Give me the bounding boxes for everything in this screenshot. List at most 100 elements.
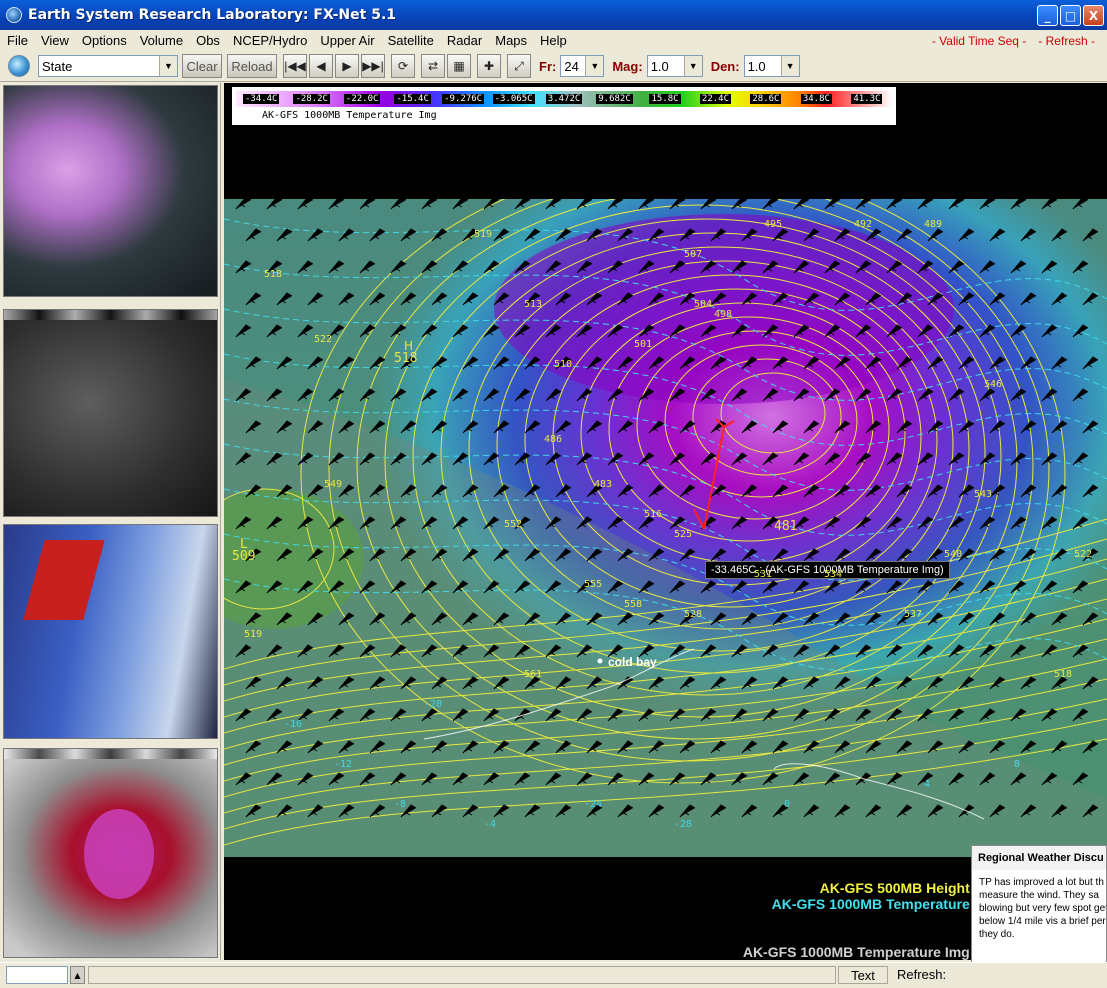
menu-bar: File View Options Volume Obs NCEP/Hydro … bbox=[0, 30, 1107, 51]
height-contour-label: 549 bbox=[324, 479, 343, 490]
color-scale-tick-label: 9.682C bbox=[596, 94, 633, 104]
color-scale-tick: -15.4C bbox=[387, 91, 437, 107]
reload-button[interactable]: Reload bbox=[227, 54, 277, 78]
color-scale-tick: -28.2C bbox=[286, 91, 336, 107]
window-title: Earth System Research Laboratory: FX-Net… bbox=[28, 7, 397, 23]
color-scale-tick: -3.065C bbox=[488, 91, 538, 107]
main-map-view[interactable]: -34.4C -28.2C -22.0C -15.4C -9.276C -3.065C 3.… bbox=[224, 83, 1107, 960]
height-contour-label: 522 bbox=[1074, 549, 1093, 560]
window-titlebar[interactable]: Earth System Research Laboratory: FX-Net… bbox=[0, 0, 1107, 30]
globe-icon[interactable] bbox=[8, 55, 30, 77]
color-scale-tick: 3.472C bbox=[539, 91, 589, 107]
height-contour-label: 519 bbox=[474, 229, 493, 240]
app-globe-icon bbox=[6, 7, 22, 23]
temperature-contour-label: -16 bbox=[284, 719, 303, 730]
swap-icon[interactable]: ⇄ bbox=[421, 54, 445, 78]
color-scale-tick-label: -28.2C bbox=[293, 94, 330, 104]
weather-map[interactable]: -33.465C : (AK-GFS 1000MB Temperature Im… bbox=[224, 199, 1107, 857]
height-contour-label: 525 bbox=[674, 529, 693, 540]
next-frame-icon[interactable]: ▶ bbox=[335, 54, 359, 78]
height-contour-label: 558 bbox=[624, 599, 643, 610]
color-scale-tick-label: 34.8C bbox=[800, 94, 832, 104]
chevron-down-icon[interactable]: ▼ bbox=[585, 56, 604, 76]
color-scale-tick-label: 28.6C bbox=[750, 94, 782, 104]
thumbnail-precip[interactable] bbox=[3, 85, 218, 297]
clear-button[interactable]: Clear bbox=[182, 54, 222, 78]
color-scale-tick: 9.682C bbox=[589, 91, 639, 107]
palette-icon[interactable]: ▦ bbox=[447, 54, 471, 78]
height-contour-label: 504 bbox=[694, 299, 713, 310]
thumbnail-satellite[interactable] bbox=[3, 309, 218, 517]
place-label-cold-bay: cold bay bbox=[608, 655, 657, 669]
weather-map-graphic bbox=[224, 199, 1107, 857]
refresh-link[interactable]: - Refresh - bbox=[1038, 34, 1095, 48]
zoom-icon[interactable]: ⤢ bbox=[507, 54, 531, 78]
height-contour-label: 518 bbox=[264, 269, 283, 280]
temperature-contour-label: -24 bbox=[584, 799, 603, 810]
height-contour-label: 483 bbox=[594, 479, 613, 490]
close-button[interactable]: X bbox=[1083, 5, 1104, 26]
prev-frame-icon[interactable]: ◀ bbox=[309, 54, 333, 78]
chevron-down-icon[interactable]: ▼ bbox=[159, 56, 177, 76]
height-contour-label: 516 bbox=[644, 509, 663, 520]
height-contour-label: 552 bbox=[504, 519, 523, 530]
menu-upper-air[interactable]: Upper Air bbox=[313, 33, 380, 48]
text-button[interactable]: Text bbox=[838, 966, 888, 984]
height-contour-label: 522 bbox=[314, 334, 333, 345]
height-contour-label: 540 bbox=[944, 549, 963, 560]
thumbnail-radar[interactable] bbox=[3, 748, 218, 958]
menu-maps[interactable]: Maps bbox=[488, 33, 533, 48]
menu-file[interactable]: File bbox=[0, 33, 34, 48]
status-bar: ▲ Text Refresh: bbox=[0, 962, 1107, 988]
menu-ncep-hydro[interactable]: NCEP/Hydro bbox=[226, 33, 313, 48]
last-frame-icon[interactable]: ▶▶| bbox=[361, 54, 385, 78]
color-scale-tick-label: -22.0C bbox=[343, 94, 381, 104]
status-scroll-button[interactable]: ▲ bbox=[70, 966, 85, 984]
first-frame-icon[interactable]: |◀◀ bbox=[283, 54, 307, 78]
low-pressure-value-center: 481 bbox=[774, 519, 798, 534]
frames-value: 24 bbox=[564, 58, 579, 74]
toolbar: State ▼ Clear Reload |◀◀ ◀ ▶ ▶▶| ⟳ ⇄ ▦ ✚… bbox=[0, 51, 1107, 82]
color-scale-tick-label: 22.4C bbox=[699, 94, 731, 104]
menu-radar[interactable]: Radar bbox=[440, 33, 488, 48]
popup-body: TP has improved a lot but th measure the… bbox=[979, 877, 1106, 940]
thumbnail-panel bbox=[0, 83, 222, 960]
compass-icon[interactable]: ✚ bbox=[477, 54, 501, 78]
temperature-contour-label: -8 bbox=[394, 799, 407, 810]
temperature-contour-label: 4 bbox=[924, 779, 931, 790]
loop-icon[interactable]: ⟳ bbox=[391, 54, 415, 78]
color-scale-tick-label: -3.065C bbox=[492, 94, 535, 104]
thumbnail-wind[interactable] bbox=[3, 524, 218, 739]
mag-select[interactable]: 1.0 ▼ bbox=[646, 55, 703, 77]
temperature-contour-label: 0 bbox=[784, 799, 791, 810]
region-select[interactable]: State ▼ bbox=[38, 55, 178, 77]
den-label: Den: bbox=[710, 58, 740, 74]
chevron-down-icon[interactable]: ▼ bbox=[683, 56, 702, 76]
color-scale-tick-label: 41.3C bbox=[851, 94, 883, 104]
menu-satellite[interactable]: Satellite bbox=[381, 33, 440, 48]
minimize-button[interactable]: _ bbox=[1037, 5, 1058, 26]
den-select[interactable]: 1.0 ▼ bbox=[743, 55, 800, 77]
status-message bbox=[88, 966, 836, 984]
valid-time-seq-link[interactable]: - Valid Time Seq - bbox=[932, 34, 1026, 48]
height-contour-label: 510 bbox=[554, 359, 573, 370]
height-contour-label: 492 bbox=[854, 219, 873, 230]
menu-obs[interactable]: Obs bbox=[189, 33, 226, 48]
menu-volume[interactable]: Volume bbox=[133, 33, 189, 48]
den-value: 1.0 bbox=[747, 58, 766, 74]
status-input[interactable] bbox=[6, 966, 68, 984]
height-contour-label: 534 bbox=[824, 569, 843, 580]
chevron-down-icon[interactable]: ▼ bbox=[780, 56, 799, 76]
frames-select[interactable]: 24 ▼ bbox=[560, 55, 605, 77]
temperature-contour-label: -20 bbox=[424, 699, 443, 710]
menu-help[interactable]: Help bbox=[533, 33, 573, 48]
height-contour-label: 507 bbox=[684, 249, 703, 260]
menu-options[interactable]: Options bbox=[75, 33, 133, 48]
region-select-value: State bbox=[42, 58, 73, 74]
low-pressure-value-west: 509 bbox=[232, 549, 256, 564]
menu-view[interactable]: View bbox=[34, 33, 75, 48]
height-contour-label: 546 bbox=[984, 379, 1003, 390]
height-contour-label: 528 bbox=[684, 609, 703, 620]
maximize-button[interactable]: □ bbox=[1060, 5, 1081, 26]
mag-value: 1.0 bbox=[650, 58, 669, 74]
